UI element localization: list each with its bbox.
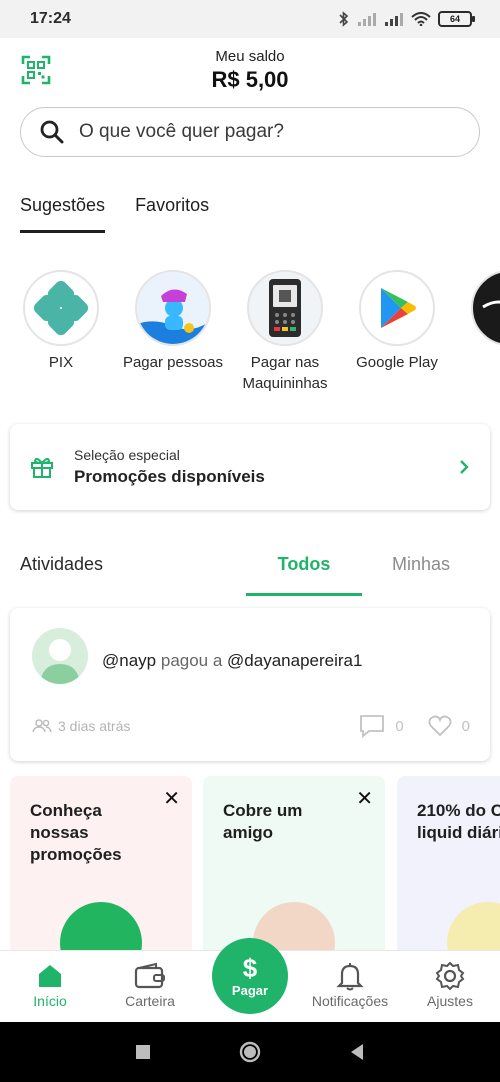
search-input[interactable]: O que você quer pagar? — [20, 107, 480, 157]
tab-minhas[interactable]: Minhas — [362, 554, 480, 575]
balance-value: R$ 5,00 — [211, 67, 289, 92]
pos-terminal-icon — [247, 270, 323, 346]
gift-icon — [31, 457, 53, 478]
comment-count: 0 — [395, 717, 404, 735]
suggestion-label: Pagar pessoas — [122, 354, 224, 371]
suggestion-label: St — [453, 352, 500, 373]
people-icon — [135, 270, 211, 346]
nav-wallet[interactable]: Carteira — [100, 959, 200, 1009]
suggestion-label: PIX — [48, 354, 74, 371]
balance: Meu saldo R$ 5,00 — [0, 48, 500, 93]
battery-icon: 64 — [438, 11, 475, 27]
tab-todos[interactable]: Todos — [246, 554, 362, 596]
comment-icon[interactable] — [359, 714, 385, 738]
gear-icon — [435, 961, 465, 991]
wallet-icon — [134, 962, 165, 989]
feed-item[interactable]: @nayp pagou a @dayanapereira1 3 dias atr… — [10, 608, 490, 761]
activities-label: Atividades — [20, 554, 104, 574]
suggestion-tabs: Sugestões Favoritos — [20, 195, 209, 233]
feed-meta: 3 dias atrás — [32, 718, 130, 734]
promo-card[interactable]: Seleção especial Promoções disponíveis — [10, 424, 490, 510]
activities-bar: Atividades Todos Minhas — [0, 548, 500, 598]
signal-icon — [357, 12, 377, 26]
suggestion-label: Google Play — [356, 354, 438, 371]
tab-sugestoes[interactable]: Sugestões — [20, 195, 106, 233]
suggestion-partial[interactable]: St — [453, 270, 500, 373]
card-title: Cobre um amigo — [223, 801, 303, 842]
home-icon — [39, 965, 61, 987]
android-nav — [0, 1022, 500, 1082]
bell-icon — [336, 963, 364, 991]
pix-icon — [23, 270, 99, 346]
nav-home-label: Início — [33, 993, 67, 1009]
feed-verb: pagou a — [160, 651, 223, 670]
feed-actions: 0 0 — [359, 714, 470, 738]
status-bar: 17:24 64 — [0, 0, 500, 38]
pay-button[interactable]: $ Pagar — [212, 938, 288, 1014]
wifi-icon — [411, 12, 431, 26]
suggestion-maquininhas[interactable]: Pagar nas Maquininhas — [229, 270, 341, 394]
google-play-icon — [359, 270, 435, 346]
status-icons: 64 — [338, 11, 475, 27]
promo-card-rendimento[interactable]: 210% do C com liquid diária — [397, 776, 500, 952]
promo-cards: Conheça nossas promoções ✕ Cobre um amig… — [0, 776, 500, 952]
promotions-illustration — [60, 902, 142, 952]
bluetooth-icon — [338, 11, 350, 27]
nav-notifications[interactable]: Notificações — [300, 959, 400, 1009]
feed-time: 3 dias atrás — [58, 718, 131, 734]
back-icon[interactable] — [349, 1043, 365, 1061]
nav-settings-label: Ajustes — [427, 993, 473, 1009]
friends-icon — [32, 719, 52, 733]
home-button-icon[interactable] — [239, 1041, 261, 1063]
promo-title: Promoções disponíveis — [74, 467, 265, 486]
close-icon[interactable]: ✕ — [163, 786, 180, 811]
feed-description: @nayp pagou a @dayanapereira1 — [102, 651, 362, 671]
promo-card-promocoes[interactable]: Conheça nossas promoções ✕ — [10, 776, 192, 952]
card-title: 210% do C com liquid diária — [417, 801, 500, 842]
heart-icon[interactable] — [428, 715, 452, 737]
suggestions-list: PIX Pagar pessoas Pagar nas Maquininhas … — [0, 270, 500, 400]
nav-notifications-label: Notificações — [311, 993, 389, 1009]
status-time: 17:24 — [30, 10, 71, 27]
partial-icon — [471, 270, 500, 346]
dollar-icon: $ — [242, 952, 258, 983]
feed-target[interactable]: @dayanapereira1 — [227, 651, 362, 670]
suggestion-pagar-pessoas[interactable]: Pagar pessoas — [117, 270, 229, 373]
nav-home[interactable]: Início — [0, 959, 100, 1009]
avatar[interactable] — [32, 628, 88, 684]
search-placeholder: O que você quer pagar? — [79, 121, 284, 142]
promo-subtitle: Seleção especial — [74, 447, 180, 463]
feed-actor[interactable]: @nayp — [102, 651, 156, 670]
like-count: 0 — [461, 717, 470, 735]
nav-settings[interactable]: Ajustes — [400, 959, 500, 1009]
chevron-right-icon — [460, 460, 469, 474]
signal-2-icon — [384, 12, 404, 26]
card-title: Conheça nossas promoções — [30, 801, 122, 864]
yield-illustration — [447, 902, 500, 952]
suggestion-pix[interactable]: PIX — [5, 270, 117, 373]
header: Meu saldo R$ 5,00 — [0, 38, 500, 102]
suggestion-google-play[interactable]: Google Play — [341, 270, 453, 373]
tab-favoritos[interactable]: Favoritos — [135, 195, 209, 233]
search-icon — [40, 120, 64, 144]
recents-icon[interactable] — [135, 1044, 151, 1060]
balance-label: Meu saldo — [215, 48, 285, 65]
pay-label: Pagar — [231, 982, 269, 998]
promo-text: Seleção especial Promoções disponíveis — [74, 447, 458, 487]
close-icon[interactable]: ✕ — [356, 786, 373, 811]
promo-card-cobrar[interactable]: Cobre um amigo ✕ — [203, 776, 385, 952]
nav-wallet-label: Carteira — [125, 993, 175, 1009]
suggestion-label: Pagar nas Maquininhas — [242, 354, 328, 392]
